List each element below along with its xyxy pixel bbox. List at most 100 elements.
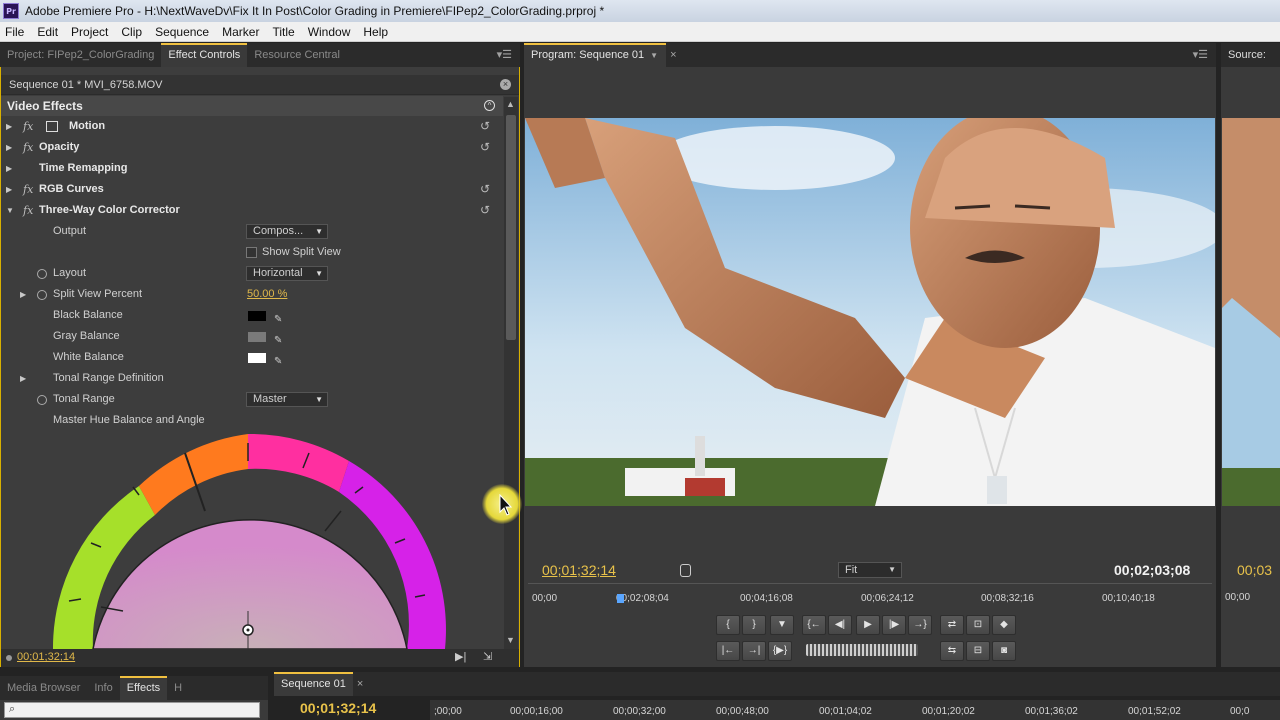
reset-icon[interactable]: ↺: [480, 140, 490, 154]
gray-swatch[interactable]: [248, 332, 266, 342]
expand-icon[interactable]: ▶: [6, 158, 12, 179]
go-to-in-icon[interactable]: {←: [802, 615, 826, 635]
fx-toggle-icon[interactable]: fx: [23, 137, 33, 158]
menu-sequence[interactable]: Sequence: [150, 25, 217, 39]
expand-icon[interactable]: ▶: [20, 284, 26, 305]
expand-icon[interactable]: ▶: [6, 116, 12, 137]
go-previous-edit-icon[interactable]: |←: [716, 641, 740, 661]
fx-toggle-icon[interactable]: fx: [23, 179, 33, 200]
expand-icon[interactable]: ▶: [20, 368, 26, 389]
close-icon[interactable]: ×: [670, 49, 676, 61]
menu-clip[interactable]: Clip: [116, 25, 150, 39]
tab-source[interactable]: Source:: [1221, 43, 1273, 67]
tab-effect-controls[interactable]: Effect Controls: [161, 43, 248, 67]
fx-toggle-icon[interactable]: fx: [23, 200, 33, 221]
go-next-edit-icon[interactable]: →|: [742, 641, 766, 661]
marker-icon[interactable]: [680, 564, 691, 577]
effect-row-three-way[interactable]: ▼ fx Three-Way Color Corrector ↺: [1, 200, 503, 221]
tonal-range-dropdown[interactable]: Master ▼: [246, 392, 328, 407]
source-tabs: Source:: [1221, 43, 1280, 67]
reset-icon[interactable]: ↺: [480, 119, 490, 133]
menu-edit[interactable]: Edit: [32, 25, 66, 39]
step-forward-icon[interactable]: |▶: [882, 615, 906, 635]
split-view-checkbox[interactable]: [246, 247, 257, 258]
scroll-up-icon[interactable]: ▲: [506, 99, 515, 109]
render-icon[interactable]: ▶|: [455, 650, 466, 663]
color-wheel[interactable]: [49, 431, 449, 649]
scroll-down-icon[interactable]: ▼: [506, 635, 515, 645]
collapse-icon[interactable]: ^: [484, 100, 495, 111]
effect-row-motion[interactable]: ▶ fx Motion ↺: [1, 116, 503, 137]
mark-in-icon[interactable]: {: [716, 615, 740, 635]
effects-search-input[interactable]: ⌕: [4, 702, 260, 718]
layout-dropdown[interactable]: Horizontal ▼: [246, 266, 328, 281]
split-percent-value[interactable]: 50.00 %: [247, 284, 287, 305]
scroll-thumb[interactable]: [506, 115, 516, 340]
reset-icon[interactable]: ↺: [480, 203, 490, 217]
menu-window[interactable]: Window: [303, 25, 359, 39]
extract-icon[interactable]: ⊟: [966, 641, 990, 661]
go-to-out-icon[interactable]: →}: [908, 615, 932, 635]
collapse-icon[interactable]: ▼: [6, 200, 14, 221]
ruler-label: 00;0: [1230, 706, 1250, 717]
trim-icon[interactable]: ⇆: [940, 641, 964, 661]
add-marker-icon[interactable]: ▼: [770, 615, 794, 635]
panel-menu-icon[interactable]: ▾☰: [497, 48, 512, 61]
expand-icon[interactable]: ▶: [6, 179, 12, 200]
export-icon[interactable]: ⇲: [483, 650, 492, 663]
time-ruler[interactable]: 00;00 00;02;08;04 00;04;16;08 00;06;24;1…: [528, 583, 1212, 607]
tab-resource-central[interactable]: Resource Central: [247, 43, 347, 67]
tab-media-browser[interactable]: Media Browser: [0, 676, 87, 700]
effect-row-time-remapping[interactable]: ▶ Time Remapping: [1, 158, 503, 179]
menu-project[interactable]: Project: [66, 25, 116, 39]
fx-toggle-icon[interactable]: fx: [23, 116, 33, 137]
transform-icon[interactable]: [46, 121, 58, 132]
effect-row-rgb-curves[interactable]: ▶ fx RGB Curves ↺: [1, 179, 503, 200]
timeline-ruler[interactable]: ;00;00 00;00;16;00 00;00;32;00 00;00;48;…: [430, 700, 1280, 720]
tab-program[interactable]: Program: Sequence 01: [524, 43, 667, 67]
menu-help[interactable]: Help: [358, 25, 396, 39]
close-icon[interactable]: ×: [357, 678, 363, 690]
mark-out-icon[interactable]: }: [742, 615, 766, 635]
jog-shuttle[interactable]: [806, 644, 918, 656]
stopwatch-icon[interactable]: [37, 290, 47, 300]
tab-history[interactable]: H: [167, 676, 189, 700]
current-timecode[interactable]: 00;01;32;14: [542, 562, 616, 578]
white-swatch[interactable]: [248, 353, 266, 363]
tab-project[interactable]: Project: FIPep2_ColorGrading: [0, 43, 161, 67]
effects-scrollbar[interactable]: ▲ ▼: [504, 97, 518, 649]
param-split-percent: ▶ Split View Percent 50.00 %: [1, 284, 503, 305]
expand-icon[interactable]: ▶: [6, 137, 12, 158]
step-back-icon[interactable]: ◀|: [828, 615, 852, 635]
stopwatch-icon[interactable]: [37, 269, 47, 279]
lift-icon[interactable]: ⇄: [940, 615, 964, 635]
play-icon[interactable]: ▶: [856, 615, 880, 635]
camera-icon[interactable]: ◙: [992, 641, 1016, 661]
output-dropdown[interactable]: Compos... ▼: [246, 224, 328, 239]
tab-sequence[interactable]: Sequence 01: [274, 672, 353, 696]
chevron-down-icon[interactable]: ▼: [650, 51, 658, 60]
tab-effects[interactable]: Effects: [119, 676, 168, 700]
safe-margins-icon[interactable]: ⊡: [966, 615, 990, 635]
ec-timecode[interactable]: 00;01;32;14: [17, 651, 75, 663]
source-timecode[interactable]: 00;03: [1237, 562, 1272, 578]
video-frame[interactable]: [525, 118, 1215, 506]
source-video-frame[interactable]: [1222, 118, 1280, 506]
transport-controls: { } ▼ {← ◀| ▶ |▶ →} ⇄ ⊡ ◆ |← →| {▶} ⇆ ⊟ …: [716, 613, 1016, 665]
effect-controls-footer: 00;01;32;14 ▶| ⇲: [1, 649, 519, 667]
black-swatch[interactable]: [248, 311, 266, 321]
close-icon[interactable]: ×: [500, 79, 511, 90]
stopwatch-icon[interactable]: [37, 395, 47, 405]
menu-marker[interactable]: Marker: [217, 25, 267, 39]
zoom-dropdown[interactable]: Fit ▼: [838, 562, 902, 578]
playhead[interactable]: [617, 594, 624, 603]
effect-row-opacity[interactable]: ▶ fx Opacity ↺: [1, 137, 503, 158]
menu-title[interactable]: Title: [267, 25, 302, 39]
reset-icon[interactable]: ↺: [480, 182, 490, 196]
output-icon[interactable]: ◆: [992, 615, 1016, 635]
tab-info[interactable]: Info: [87, 676, 119, 700]
menu-file[interactable]: File: [0, 25, 32, 39]
panel-menu-icon[interactable]: ▾☰: [1193, 48, 1208, 61]
play-in-out-icon[interactable]: {▶}: [768, 641, 792, 661]
sequence-timecode[interactable]: 00;01;32;14: [300, 700, 376, 716]
